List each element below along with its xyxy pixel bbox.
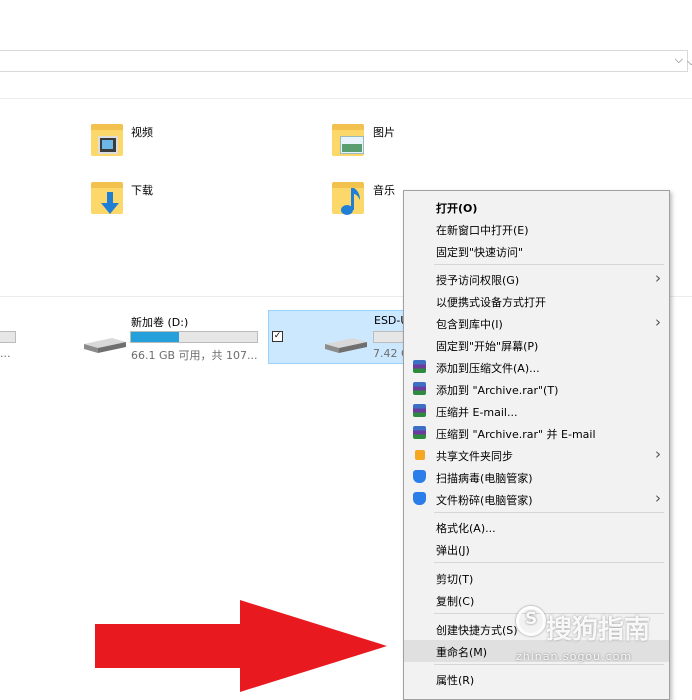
menu-item-eject[interactable]: 弹出(J) xyxy=(404,538,669,560)
menu-item-scan-virus[interactable]: 扫描病毒(电脑管家) xyxy=(404,466,669,488)
watermark-letter: S xyxy=(525,609,538,629)
red-arrow-icon xyxy=(95,600,387,692)
submenu-arrow-icon: › xyxy=(655,445,661,463)
shield-icon xyxy=(413,470,426,483)
menu-item-file-shred[interactable]: 文件粉碎(电脑管家) › xyxy=(404,488,669,510)
menu-item-cut[interactable]: 剪切(T) xyxy=(404,567,669,589)
shield-icon xyxy=(413,492,426,505)
menu-separator xyxy=(434,664,664,665)
usb-drive-icon[interactable] xyxy=(325,336,367,354)
folder-label-downloads[interactable]: 下载 xyxy=(131,182,153,198)
submenu-arrow-icon: › xyxy=(655,269,661,287)
pictures-folder-icon[interactable] xyxy=(330,122,366,158)
menu-separator xyxy=(434,512,664,513)
folder-label-music[interactable]: 音乐 xyxy=(373,182,395,198)
drive-info-partial: ... xyxy=(0,347,11,360)
menu-item-properties[interactable]: 属性(R) xyxy=(404,668,669,690)
menu-item-format[interactable]: 格式化(A)... xyxy=(404,516,669,538)
menu-separator xyxy=(434,562,664,563)
winrar-icon xyxy=(413,360,426,373)
menu-item-add-archive[interactable]: 添加到压缩文件(A)... xyxy=(404,356,669,378)
menu-item-pin-quick-access[interactable]: 固定到"快速访问" xyxy=(404,240,669,262)
menu-item-shared-folder-sync[interactable]: 共享文件夹同步 › xyxy=(404,444,669,466)
menu-item-compress-email[interactable]: 压缩并 E-mail... xyxy=(404,400,669,422)
folder-label-pictures[interactable]: 图片 xyxy=(373,124,395,140)
menu-separator xyxy=(434,264,664,265)
submenu-arrow-icon: › xyxy=(655,489,661,507)
winrar-icon xyxy=(413,382,426,395)
menu-item-compress-rar-email[interactable]: 压缩到 "Archive.rar" 并 E-mail xyxy=(404,422,669,444)
winrar-icon xyxy=(413,404,426,417)
videos-folder-icon[interactable] xyxy=(89,122,125,158)
hard-drive-icon[interactable] xyxy=(84,336,126,354)
menu-item-add-archive-rar[interactable]: 添加到 "Archive.rar"(T) xyxy=(404,378,669,400)
divider xyxy=(0,98,692,99)
downloads-folder-icon[interactable] xyxy=(89,180,125,216)
drive-info-d: 66.1 GB 可用，共 107... xyxy=(131,349,258,362)
drive-usage-bar-d xyxy=(130,331,258,343)
menu-item-include-library[interactable]: 包含到库中(I) › xyxy=(404,312,669,334)
submenu-arrow-icon: › xyxy=(655,313,661,331)
drive-usage-bar-partial xyxy=(0,331,16,343)
selection-checkbox[interactable]: ✓ xyxy=(272,331,283,342)
music-folder-icon[interactable] xyxy=(330,180,366,216)
menu-item-open-new-window[interactable]: 在新窗口中打开(E) xyxy=(404,218,669,240)
drive-title-d[interactable]: 新加卷 (D:) xyxy=(131,314,188,330)
winrar-icon xyxy=(413,426,426,439)
menu-item-give-access[interactable]: 授予访问权限(G) › xyxy=(404,268,669,290)
chevron-icon[interactable]: ⌵ xyxy=(687,55,692,69)
drive-usage-fill-d xyxy=(131,332,179,342)
drive-usage-bar-esd xyxy=(373,331,405,343)
menu-item-open-portable[interactable]: 以便携式设备方式打开 xyxy=(404,290,669,312)
watermark-text: 搜狗指南 xyxy=(546,615,651,645)
chevron-down-icon[interactable]: ⌵ xyxy=(675,53,683,67)
address-bar[interactable]: ⌵ xyxy=(0,50,688,72)
sync-icon xyxy=(415,450,425,460)
menu-item-open[interactable]: 打开(O) xyxy=(404,196,669,218)
folder-label-videos[interactable]: 视频 xyxy=(131,124,153,140)
watermark-url: zhinan.sogou.com xyxy=(516,650,633,663)
menu-item-pin-start[interactable]: 固定到"开始"屏幕(P) xyxy=(404,334,669,356)
